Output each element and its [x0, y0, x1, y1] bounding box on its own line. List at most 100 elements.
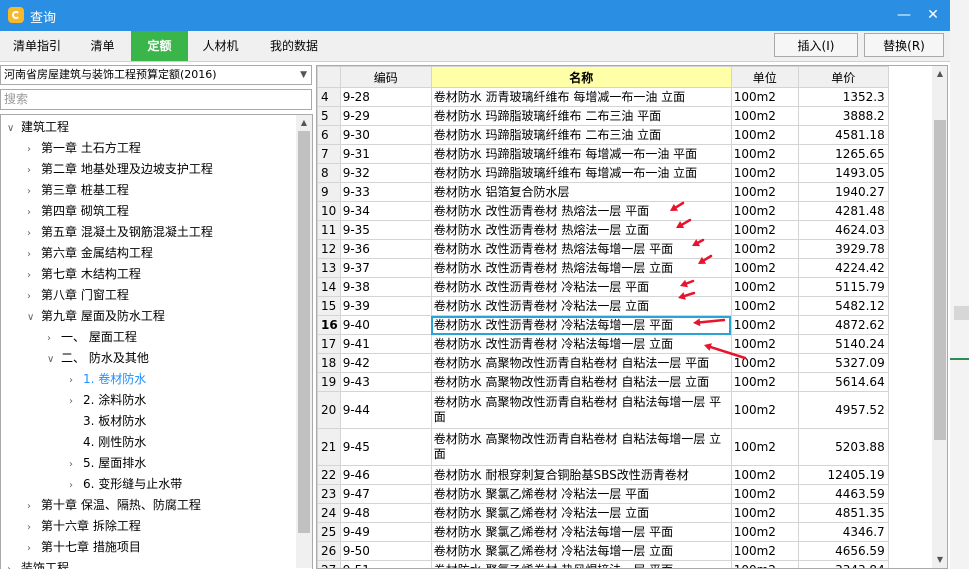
- tree-node[interactable]: ∨ 建筑工程: [7, 117, 69, 138]
- row-unit-cell[interactable]: 100m2: [730, 372, 799, 392]
- tree-node[interactable]: › 5. 屋面排水: [69, 453, 146, 474]
- row-code-cell[interactable]: 9-50: [339, 541, 432, 561]
- tree-node[interactable]: › 1. 卷材防水: [69, 369, 146, 390]
- table-row[interactable]: 19 9-43 卷材防水 高聚物改性沥青自粘卷材 自粘法一层 立面 100m2 5614…: [317, 372, 889, 392]
- row-index-cell[interactable]: 8: [317, 163, 341, 183]
- search-input[interactable]: 搜索: [0, 89, 312, 110]
- row-name-cell[interactable]: 卷材防水 玛蹄脂玻璃纤维布 二布三油 立面: [430, 125, 732, 145]
- row-price-cell[interactable]: 5327.09: [797, 353, 889, 373]
- row-price-cell[interactable]: 5115.79: [797, 277, 889, 297]
- row-name-cell[interactable]: 卷材防水 高聚物改性沥青自粘卷材 自粘法每增一层 立面: [430, 428, 732, 466]
- row-price-cell[interactable]: 5614.64: [797, 372, 889, 392]
- row-price-cell[interactable]: 1493.05: [797, 163, 889, 183]
- chevron-down-icon[interactable]: ∨: [27, 307, 41, 328]
- row-name-cell[interactable]: 卷材防水 改性沥青卷材 热熔法一层 平面: [430, 201, 732, 221]
- tree-node[interactable]: ∨ 第九章 屋面及防水工程: [27, 306, 165, 327]
- tree-node[interactable]: 3. 板材防水: [69, 411, 146, 432]
- row-unit-cell[interactable]: 100m2: [730, 353, 799, 373]
- row-price-cell[interactable]: 4224.42: [797, 258, 889, 278]
- row-price-cell[interactable]: 4656.59: [797, 541, 889, 561]
- row-index-cell[interactable]: 16: [317, 315, 341, 335]
- row-price-cell[interactable]: 4624.03: [797, 220, 889, 240]
- table-row[interactable]: 11 9-35 卷材防水 改性沥青卷材 热熔法一层 立面 100m2 4624.03: [317, 220, 889, 240]
- row-code-cell[interactable]: 9-35: [339, 220, 432, 240]
- row-index-cell[interactable]: 18: [317, 353, 341, 373]
- row-name-cell[interactable]: 卷材防水 玛蹄脂玻璃纤维布 每增减一布一油 平面: [430, 144, 732, 164]
- table-row[interactable]: 25 9-49 卷材防水 聚氯乙烯卷材 冷粘法每增一层 平面 100m2 4346.7: [317, 522, 889, 542]
- row-code-cell[interactable]: 9-31: [339, 144, 432, 164]
- row-code-cell[interactable]: 9-32: [339, 163, 432, 183]
- row-price-cell[interactable]: 3888.2: [797, 106, 889, 126]
- tree-node[interactable]: › 第二章 地基处理及边坡支护工程: [27, 159, 213, 180]
- tab-my-data[interactable]: 我的数据: [253, 31, 335, 61]
- grid-scrollbar[interactable]: ▲ ▼: [932, 66, 947, 568]
- table-row[interactable]: 14 9-38 卷材防水 改性沥青卷材 冷粘法一层 平面 100m2 5115.79: [317, 277, 889, 297]
- row-code-cell[interactable]: 9-36: [339, 239, 432, 259]
- tree-node[interactable]: › 第四章 砌筑工程: [27, 201, 129, 222]
- row-name-cell[interactable]: 卷材防水 改性沥青卷材 冷粘法一层 平面: [430, 277, 732, 297]
- table-row[interactable]: 24 9-48 卷材防水 聚氯乙烯卷材 冷粘法一层 立面 100m2 4851.35: [317, 503, 889, 523]
- row-index-cell[interactable]: 11: [317, 220, 341, 240]
- row-price-cell[interactable]: 1940.27: [797, 182, 889, 202]
- row-index-cell[interactable]: 27: [317, 560, 341, 568]
- chevron-right-icon[interactable]: ›: [27, 244, 41, 265]
- row-index-cell[interactable]: 17: [317, 334, 341, 354]
- table-row[interactable]: 10 9-34 卷材防水 改性沥青卷材 热熔法一层 平面 100m2 4281.48: [317, 201, 889, 221]
- row-code-cell[interactable]: 9-45: [339, 428, 432, 466]
- row-index-cell[interactable]: 19: [317, 372, 341, 392]
- row-name-cell[interactable]: 卷材防水 高聚物改性沥青自粘卷材 自粘法一层 平面: [430, 353, 732, 373]
- row-unit-cell[interactable]: 100m2: [730, 163, 799, 183]
- chevron-right-icon[interactable]: ›: [27, 223, 41, 244]
- tree-scroll-thumb[interactable]: [298, 131, 310, 533]
- tab-quota[interactable]: 定额: [131, 31, 188, 61]
- row-unit-cell[interactable]: 100m2: [730, 334, 799, 354]
- row-unit-cell[interactable]: 100m2: [730, 144, 799, 164]
- row-index-cell[interactable]: 14: [317, 277, 341, 297]
- row-index-cell[interactable]: 10: [317, 201, 341, 221]
- col-code-header[interactable]: 编码: [339, 66, 432, 88]
- row-index-cell[interactable]: 24: [317, 503, 341, 523]
- col-price-header[interactable]: 单价: [797, 66, 889, 88]
- row-code-cell[interactable]: 9-49: [339, 522, 432, 542]
- row-price-cell[interactable]: 3929.78: [797, 239, 889, 259]
- row-code-cell[interactable]: 9-39: [339, 296, 432, 316]
- table-row[interactable]: 15 9-39 卷材防水 改性沥青卷材 冷粘法一层 立面 100m2 5482.12: [317, 296, 889, 316]
- row-name-cell[interactable]: 卷材防水 高聚物改性沥青自粘卷材 自粘法一层 立面: [430, 372, 732, 392]
- row-unit-cell[interactable]: 100m2: [730, 220, 799, 240]
- chevron-down-icon[interactable]: ∨: [7, 118, 21, 139]
- row-index-cell[interactable]: 7: [317, 144, 341, 164]
- table-row[interactable]: 20 9-44 卷材防水 高聚物改性沥青自粘卷材 自粘法每增一层 平面 100m2 49…: [317, 391, 889, 429]
- row-name-cell[interactable]: 卷材防水 改性沥青卷材 热熔法每增一层 平面: [430, 239, 732, 259]
- col-unit-header[interactable]: 单位: [730, 66, 799, 88]
- tree-node[interactable]: › 2. 涂料防水: [69, 390, 146, 411]
- row-name-cell[interactable]: 卷材防水 聚氯乙烯卷材 冷粘法每增一层 平面: [430, 522, 732, 542]
- row-name-cell[interactable]: 卷材防水 聚氯乙烯卷材 冷粘法一层 平面: [430, 484, 732, 504]
- chevron-right-icon[interactable]: ›: [69, 475, 83, 496]
- row-name-cell[interactable]: 卷材防水 改性沥青卷材 冷粘法每增一层 立面: [430, 334, 732, 354]
- row-code-cell[interactable]: 9-40: [339, 315, 432, 335]
- chevron-right-icon[interactable]: ›: [27, 265, 41, 286]
- tree-node[interactable]: › 第十章 保温、隔热、防腐工程: [27, 495, 201, 516]
- table-row[interactable]: 5 9-29 卷材防水 玛蹄脂玻璃纤维布 二布三油 平面 100m2 3888.2: [317, 106, 889, 126]
- tree-node[interactable]: › 第十七章 措施项目: [27, 537, 141, 558]
- row-unit-cell[interactable]: 100m2: [730, 428, 799, 466]
- tree-node[interactable]: 4. 刚性防水: [69, 432, 146, 453]
- table-row[interactable]: 4 9-28 卷材防水 沥青玻璃纤维布 每增减一布一油 立面 100m2 1352.3: [317, 87, 889, 107]
- row-price-cell[interactable]: 3343.84: [797, 560, 889, 568]
- row-code-cell[interactable]: 9-34: [339, 201, 432, 221]
- row-index-cell[interactable]: 13: [317, 258, 341, 278]
- row-unit-cell[interactable]: 100m2: [730, 239, 799, 259]
- row-code-cell[interactable]: 9-42: [339, 353, 432, 373]
- row-name-cell[interactable]: 卷材防水 铝箔复合防水层: [430, 182, 732, 202]
- row-code-cell[interactable]: 9-48: [339, 503, 432, 523]
- row-price-cell[interactable]: 4851.35: [797, 503, 889, 523]
- row-name-cell[interactable]: 卷材防水 耐根穿刺复合铜胎基SBS改性沥青卷材: [430, 465, 732, 485]
- row-code-cell[interactable]: 9-44: [339, 391, 432, 429]
- chevron-right-icon[interactable]: ›: [27, 160, 41, 181]
- chevron-right-icon[interactable]: ›: [27, 181, 41, 202]
- col-name-header[interactable]: 名称: [430, 66, 732, 88]
- table-row[interactable]: 6 9-30 卷材防水 玛蹄脂玻璃纤维布 二布三油 立面 100m2 4581.18: [317, 125, 889, 145]
- row-unit-cell[interactable]: 100m2: [730, 201, 799, 221]
- row-unit-cell[interactable]: 100m2: [730, 258, 799, 278]
- tree-node[interactable]: › 第八章 门窗工程: [27, 285, 129, 306]
